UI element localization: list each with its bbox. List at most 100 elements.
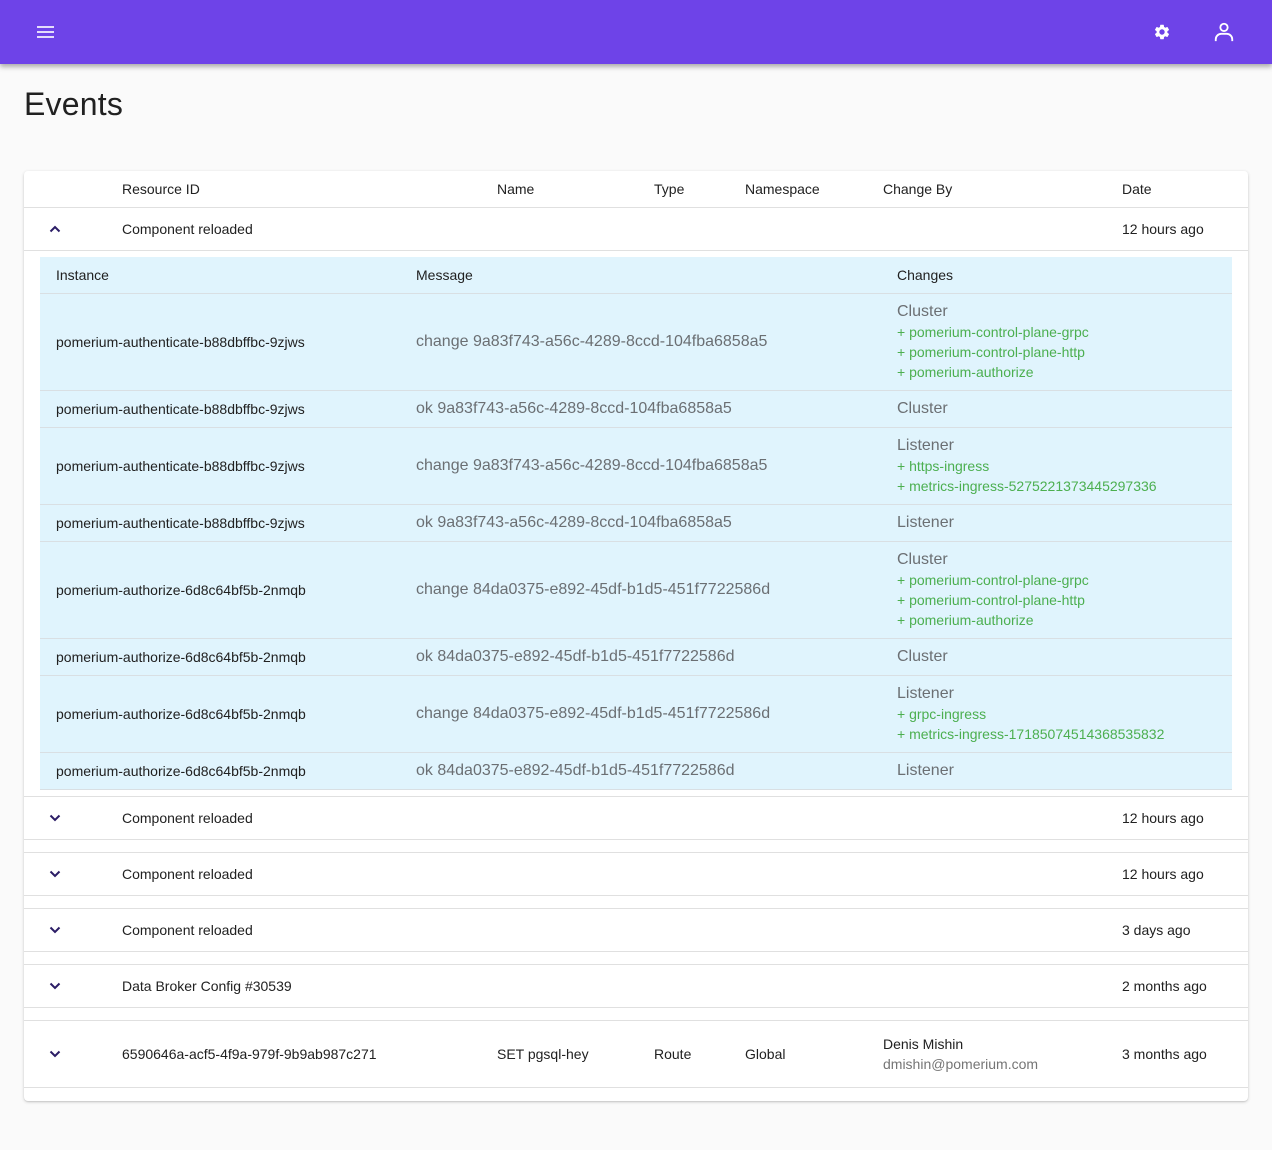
event-row[interactable]: Component reloaded 12 hours ago	[24, 853, 1248, 896]
menu-icon	[37, 26, 54, 38]
change-kind: Listener	[897, 514, 954, 531]
change-item: + pomerium-control-plane-http	[897, 592, 1085, 608]
column-header-name[interactable]: Name	[497, 181, 534, 197]
change-kind: Cluster	[897, 400, 948, 417]
chevron-down-icon	[49, 870, 61, 878]
change-kind: Cluster	[897, 551, 948, 568]
menu-button[interactable]	[26, 12, 66, 52]
details-header: Instance Message Changes	[40, 257, 1232, 294]
expand-row-button[interactable]	[43, 918, 67, 942]
details-header-changes: Changes	[897, 267, 954, 283]
column-header-namespace[interactable]: Namespace	[745, 181, 820, 197]
expand-row-button[interactable]	[43, 974, 67, 998]
details-row: pomerium-authenticate-b88dbffbc-9zjws ok…	[40, 505, 1232, 542]
user-account-button[interactable]	[1204, 12, 1244, 52]
settings-gear-icon	[1154, 24, 1170, 40]
instance-name: pomerium-authenticate-b88dbffbc-9zjws	[56, 458, 305, 474]
details-header-instance: Instance	[56, 267, 109, 283]
chevron-down-icon	[49, 1050, 61, 1058]
details-row: pomerium-authorize-6d8c64bf5b-2nmqb ok 8…	[40, 753, 1232, 790]
message: change 9a83f743-a56c-4289-8ccd-104fba685…	[416, 457, 768, 474]
expand-row-button[interactable]	[43, 1042, 67, 1066]
changes-list: Cluster + pomerium-control-plane-grpc + …	[897, 302, 1089, 382]
column-header-resource-id[interactable]: Resource ID	[122, 181, 200, 197]
message: ok 84da0375-e892-45df-b1d5-451f7722586d	[416, 648, 735, 665]
event-row[interactable]: 6590646a-acf5-4f9a-979f-9b9ab987c271 SET…	[24, 1021, 1248, 1088]
event-date: 2 months ago	[1122, 978, 1207, 994]
event-row[interactable]: Component reloaded 12 hours ago	[24, 797, 1248, 840]
change-by: Denis Mishin dmishin@pomerium.com	[883, 1034, 1038, 1074]
change-by-email: dmishin@pomerium.com	[883, 1056, 1039, 1072]
event-date: 12 hours ago	[1122, 866, 1204, 882]
details-row: pomerium-authorize-6d8c64bf5b-2nmqb chan…	[40, 676, 1232, 753]
change-kind: Cluster	[897, 648, 948, 665]
message: change 84da0375-e892-45df-b1d5-451f77225…	[416, 581, 771, 598]
settings-button[interactable]	[1142, 12, 1182, 52]
expand-row-button[interactable]	[43, 862, 67, 886]
change-kind: Listener	[897, 437, 954, 454]
column-header-change-by[interactable]: Change By	[883, 181, 952, 197]
resource-id: Data Broker Config #30539	[122, 978, 292, 994]
event-type: Route	[654, 1046, 692, 1062]
event-namespace: Global	[745, 1046, 786, 1062]
changes-list: Listener + grpc-ingress + metrics-ingres…	[897, 684, 1164, 744]
resource-id: Component reloaded	[122, 810, 253, 826]
expand-row-button[interactable]	[43, 806, 67, 830]
chevron-down-icon	[49, 982, 61, 990]
details-row: pomerium-authorize-6d8c64bf5b-2nmqb chan…	[40, 542, 1232, 639]
message: ok 9a83f743-a56c-4289-8ccd-104fba6858a5	[416, 514, 732, 531]
resource-id: 6590646a-acf5-4f9a-979f-9b9ab987c271	[122, 1046, 377, 1062]
chevron-down-icon	[49, 814, 61, 822]
instance-name: pomerium-authenticate-b88dbffbc-9zjws	[56, 334, 305, 350]
instance-name: pomerium-authorize-6d8c64bf5b-2nmqb	[56, 706, 306, 722]
change-item: + metrics-ingress-17185074514368535832	[897, 726, 1165, 742]
instance-name: pomerium-authorize-6d8c64bf5b-2nmqb	[56, 763, 306, 779]
change-item: + metrics-ingress-5275221373445297336	[897, 478, 1157, 494]
change-by-name: Denis Mishin	[883, 1036, 964, 1052]
event-row[interactable]: Component reloaded 12 hours ago	[24, 208, 1248, 251]
column-header-type[interactable]: Type	[654, 181, 684, 197]
table-header: Resource ID Name Type Namespace Change B…	[24, 171, 1248, 208]
resource-id: Component reloaded	[122, 866, 253, 882]
message: ok 84da0375-e892-45df-b1d5-451f7722586d	[416, 762, 735, 779]
change-item: + pomerium-authorize	[897, 612, 1034, 628]
user-account-icon	[1214, 22, 1234, 42]
instance-name: pomerium-authenticate-b88dbffbc-9zjws	[56, 515, 305, 531]
change-item: + grpc-ingress	[897, 706, 987, 722]
details-row: pomerium-authenticate-b88dbffbc-9zjws ch…	[40, 294, 1232, 391]
resource-id: Component reloaded	[122, 922, 253, 938]
change-kind: Cluster	[897, 303, 948, 320]
details-row: pomerium-authenticate-b88dbffbc-9zjws ch…	[40, 428, 1232, 505]
event-date: 12 hours ago	[1122, 810, 1204, 826]
collapse-row-button[interactable]	[43, 217, 67, 241]
change-item: + https-ingress	[897, 458, 990, 474]
details-row: pomerium-authenticate-b88dbffbc-9zjws ok…	[40, 391, 1232, 428]
change-item: + pomerium-control-plane-grpc	[897, 324, 1089, 340]
page-title: Events	[24, 86, 124, 122]
message: change 84da0375-e892-45df-b1d5-451f77225…	[416, 705, 771, 722]
change-item: + pomerium-control-plane-grpc	[897, 572, 1089, 588]
change-item: + pomerium-control-plane-http	[897, 344, 1085, 360]
changes-list: Cluster + pomerium-control-plane-grpc + …	[897, 550, 1089, 630]
event-row[interactable]: Data Broker Config #30539 2 months ago	[24, 965, 1248, 1008]
details-header-message: Message	[416, 267, 473, 283]
instance-name: pomerium-authorize-6d8c64bf5b-2nmqb	[56, 649, 306, 665]
resource-id: Component reloaded	[122, 221, 253, 237]
instance-name: pomerium-authenticate-b88dbffbc-9zjws	[56, 401, 305, 417]
event-date: 3 months ago	[1122, 1046, 1207, 1062]
message: ok 9a83f743-a56c-4289-8ccd-104fba6858a5	[416, 400, 732, 417]
chevron-down-icon	[49, 926, 61, 934]
column-header-date[interactable]: Date	[1122, 181, 1152, 197]
change-item: + pomerium-authorize	[897, 364, 1034, 380]
message: change 9a83f743-a56c-4289-8ccd-104fba685…	[416, 333, 768, 350]
details-row: pomerium-authorize-6d8c64bf5b-2nmqb ok 8…	[40, 639, 1232, 676]
event-date: 12 hours ago	[1122, 221, 1204, 237]
change-kind: Listener	[897, 685, 954, 702]
changes-list: Listener + https-ingress + metrics-ingre…	[897, 436, 1157, 496]
change-kind: Listener	[897, 762, 954, 779]
events-table: Resource ID Name Type Namespace Change B…	[24, 171, 1248, 1101]
event-details-panel: Instance Message Changes pomerium-authen…	[40, 257, 1232, 790]
event-row[interactable]: Component reloaded 3 days ago	[24, 909, 1248, 952]
instance-name: pomerium-authorize-6d8c64bf5b-2nmqb	[56, 582, 306, 598]
event-date: 3 days ago	[1122, 922, 1191, 938]
